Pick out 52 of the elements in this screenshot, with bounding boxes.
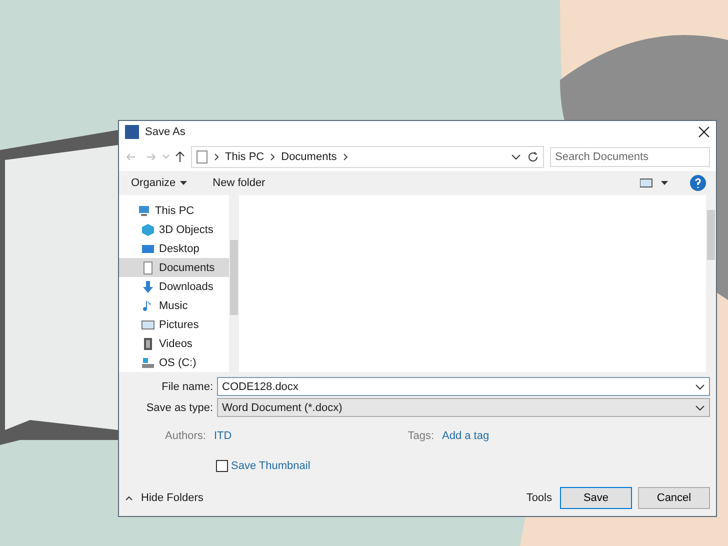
chevron-icon — [342, 153, 348, 161]
window-title: Save As — [145, 126, 186, 138]
refresh-icon[interactable] — [527, 151, 539, 163]
navigation-arrows-icon[interactable] — [125, 151, 185, 163]
tags-label: Tags: — [408, 430, 434, 442]
checkbox[interactable] — [216, 460, 228, 472]
nav-item[interactable]: Downloads — [119, 277, 229, 296]
picture-icon — [141, 318, 155, 332]
search-field[interactable]: Search Documents — [550, 147, 710, 167]
dropdown-icon[interactable] — [695, 404, 705, 412]
caret-icon[interactable] — [125, 495, 133, 501]
nav-item[interactable]: Music — [119, 296, 229, 315]
drive-icon — [141, 356, 155, 370]
dropdown-icon[interactable] — [695, 382, 705, 390]
nav-item[interactable]: OS (C:) — [119, 353, 229, 372]
nav-item[interactable]: Documents — [119, 258, 229, 277]
film-icon — [141, 336, 155, 350]
field-label: Save as type: — [145, 402, 214, 414]
nav-item[interactable]: Pictures — [119, 315, 229, 334]
document-icon — [141, 260, 155, 274]
nav-item[interactable]: 3D Objects — [119, 220, 229, 239]
organize-button[interactable]: Organize — [129, 175, 189, 191]
caret-icon — [180, 181, 187, 185]
nav-item[interactable]: Desktop — [119, 239, 229, 258]
address-bar[interactable]: This PC Documents — [191, 146, 544, 168]
computer-icon — [137, 204, 151, 218]
add-tag-link[interactable]: Add a tag — [442, 430, 490, 442]
down-arrow-icon — [141, 280, 155, 294]
breadcrumb[interactable]: This PC — [225, 151, 264, 163]
authors-link[interactable]: ITD — [214, 430, 232, 442]
dialog-button[interactable]: Cancel — [638, 487, 710, 509]
file-name-field[interactable]: CODE128.docx — [217, 377, 710, 396]
view-options-icon[interactable] — [640, 178, 668, 188]
tools-button[interactable]: Tools — [524, 490, 554, 506]
field-label: File name: — [160, 380, 214, 392]
checkbox-label[interactable]: Save Thumbnail — [231, 460, 310, 472]
help-icon[interactable] — [690, 175, 706, 191]
nav-item[interactable]: This PC — [119, 201, 229, 220]
breadcrumb[interactable]: Documents — [281, 151, 337, 163]
authors-label: Authors: — [165, 430, 206, 442]
dropdown-icon[interactable] — [511, 153, 521, 161]
cube-icon — [141, 222, 155, 236]
close-icon[interactable] — [698, 126, 710, 138]
new-folder-button[interactable]: New folder — [210, 175, 268, 191]
chevron-icon — [270, 153, 276, 161]
dialog-button[interactable]: Save — [560, 487, 632, 509]
chevron-icon — [214, 153, 219, 161]
word-logo-icon — [125, 125, 139, 139]
pc-icon — [196, 150, 208, 164]
nav-item[interactable]: Videos — [119, 334, 229, 353]
hide-folders-button[interactable]: Hide Folders — [139, 490, 206, 506]
file-type-dropdown[interactable]: Word Document (*.docx) — [217, 398, 710, 417]
